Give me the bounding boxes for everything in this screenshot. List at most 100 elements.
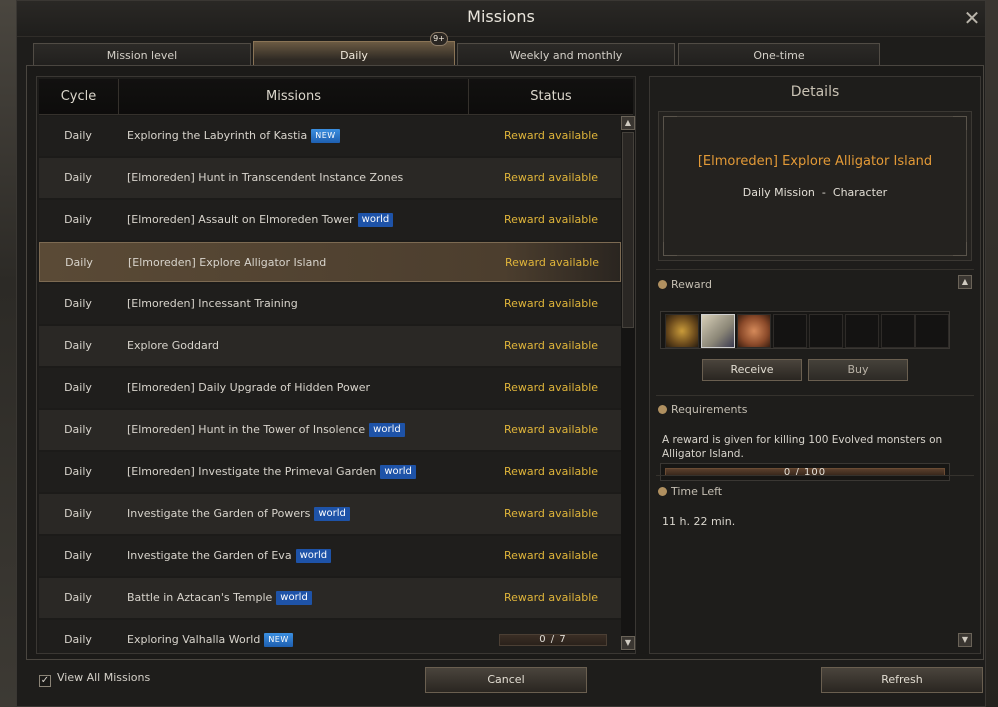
row-status: Reward available [503,339,599,352]
table-row[interactable]: Daily [Elmoreden] Hunt in Transcendent In… [39,158,621,198]
row-status: Reward available [503,423,599,436]
row-mission-name-text: Battle in Aztacan's Temple [127,591,273,604]
row-cycle: Daily [64,507,92,520]
reward-item-coin-icon[interactable] [737,314,771,348]
world-badge: world [357,213,394,227]
table-row[interactable]: Daily Exploring the Labyrinth of Kastia NE… [39,116,621,156]
row-mission-name-text: [Elmoreden] Assault on Elmoreden Tower [127,213,354,226]
row-mission-name: [Elmoreden] Investigate the Primeval Gar… [127,452,507,492]
row-mission-name: [Elmoreden] Daily Upgrade of Hidden Powe… [127,368,507,408]
row-mission-name: Investigate the Garden of Powers world [127,494,507,534]
row-cycle: Daily [64,129,92,142]
table-row[interactable]: Daily Investigate the Garden of Eva world R… [39,536,621,576]
row-mission-name-text: [Elmoreden] Incessant Training [127,297,298,310]
tab-mission-level[interactable]: Mission level [33,43,251,67]
requirements-text: A reward is given for killing 100 Evolve… [662,434,943,460]
details-header: Details [790,84,840,100]
buy-button[interactable]: Buy [808,359,908,381]
row-mission-name: Explore Goddard [127,326,507,366]
view-all-missions-label: View All Missions [57,671,151,684]
row-mission-name: Exploring the Labyrinth of Kastia NEW [127,116,507,156]
reward-slot-empty [809,314,843,348]
reward-item-scroll-icon[interactable] [701,314,735,348]
row-status: Reward available [503,507,599,520]
cancel-button[interactable]: Cancel [425,667,587,693]
table-row[interactable]: Daily [Elmoreden] Assault on Elmoreden To… [39,200,621,240]
table-row[interactable]: Daily Investigate the Garden of Powers wor… [39,494,621,534]
row-status: Reward available [504,256,600,269]
tab-weekly-monthly[interactable]: Weekly and monthly [457,43,675,67]
tab-one-time[interactable]: One-time [678,43,880,67]
new-badge: NEW [264,633,293,647]
world-badge: world [369,423,405,437]
ornament-corner-icon [953,242,967,256]
row-cycle: Daily [65,256,93,269]
header-missions[interactable]: Missions [119,79,469,115]
row-status: Reward available [503,381,599,394]
mission-type: Daily Mission [742,186,815,199]
row-cycle: Daily [64,549,92,562]
mission-list-panel: Cycle Missions Status Daily Exploring the… [36,76,636,654]
divider [656,269,974,270]
scroll-down-icon[interactable]: ▼ [621,636,635,650]
table-row[interactable]: Daily Explore Goddard Reward available [39,326,621,366]
receive-button[interactable]: Receive [702,359,802,381]
row-mission-name-text: [Elmoreden] Investigate the Primeval Gar… [127,465,377,478]
reward-item-weapon-icon[interactable] [665,314,699,348]
row-mission-name: Battle in Aztacan's Temple world [127,578,507,618]
row-cycle: Daily [64,171,92,184]
row-mission-name: [Elmoreden] Incessant Training [127,284,507,324]
mission-rows: Daily Exploring the Labyrinth of Kastia NE… [39,116,621,653]
row-cycle: Daily [64,465,92,478]
row-mission-name-text: Exploring Valhalla World [127,633,261,646]
checkbox-check-icon[interactable]: ✓ [39,675,51,687]
collapse-down-icon[interactable]: ▼ [958,633,972,647]
tab-daily[interactable]: Daily 9+ [253,32,455,67]
close-icon[interactable]: ✕ [961,7,983,29]
row-cycle: Daily [64,591,92,604]
table-row[interactable]: Daily [Elmoreden] Daily Upgrade of Hidden… [39,368,621,408]
scrollbar[interactable]: ▲ ▼ [621,116,635,651]
table-row[interactable]: Daily Exploring Valhalla World NEW 0 / 7 [39,620,621,653]
row-mission-name-text: [Elmoreden] Daily Upgrade of Hidden Powe… [127,381,371,394]
scroll-thumb[interactable] [622,132,634,328]
table-row[interactable]: Daily [Elmoreden] Incessant Training Rewar… [39,284,621,324]
row-status: Reward available [503,129,599,142]
reward-label: Reward [658,278,712,291]
ornament-corner-icon [953,116,967,130]
reward-label-text: Reward [671,278,712,291]
requirements-label-text: Requirements [671,403,748,416]
row-mission-name: [Elmoreden] Hunt in Transcendent Instanc… [127,158,507,198]
header-status[interactable]: Status [469,79,633,115]
refresh-button[interactable]: Refresh [821,667,983,693]
table-row[interactable]: Daily [Elmoreden] Hunt in the Tower of In… [39,410,621,450]
row-progress-bar: 0 / 7 [499,634,607,646]
mission-subtitle-separator: - [821,186,826,199]
table-row[interactable]: Daily [Elmoreden] Investigate the Primeva… [39,452,621,492]
collapse-up-icon[interactable]: ▲ [958,275,972,289]
row-cycle: Daily [64,423,92,436]
row-mission-name-text: Exploring the Labyrinth of Kastia [127,129,308,142]
view-all-missions-checkbox[interactable]: ✓ View All Missions [39,671,150,687]
details-panel: Details [Elmoreden] Explore Alligator Is… [649,76,981,654]
header-cycle[interactable]: Cycle [39,79,119,115]
row-mission-name-text: [Elmoreden] Explore Alligator Island [128,256,327,269]
row-mission-name: [Elmoreden] Explore Alligator Island [128,243,508,283]
table-row[interactable]: Daily Battle in Aztacan's Temple world Rewa… [39,578,621,618]
table-row[interactable]: Daily [Elmoreden] Explore Alligator Islan… [39,242,621,282]
row-mission-name-text: [Elmoreden] Hunt in the Tower of Insolen… [127,423,366,436]
time-left-label-text: Time Left [671,485,723,498]
reward-slot-empty [773,314,807,348]
title-bar: Missions ✕ [17,1,985,37]
divider [656,475,974,476]
row-status: Reward available [503,591,599,604]
row-cycle: Daily [64,297,92,310]
reward-bag-icon [658,280,667,289]
mission-scope: Character [832,186,888,199]
clock-icon [658,487,667,496]
reward-slot-empty [915,314,949,348]
row-cycle: Daily [64,633,92,646]
scroll-up-icon[interactable]: ▲ [621,116,635,130]
time-left-value: 11 h. 22 min. [662,515,736,528]
new-badge: NEW [311,129,340,143]
